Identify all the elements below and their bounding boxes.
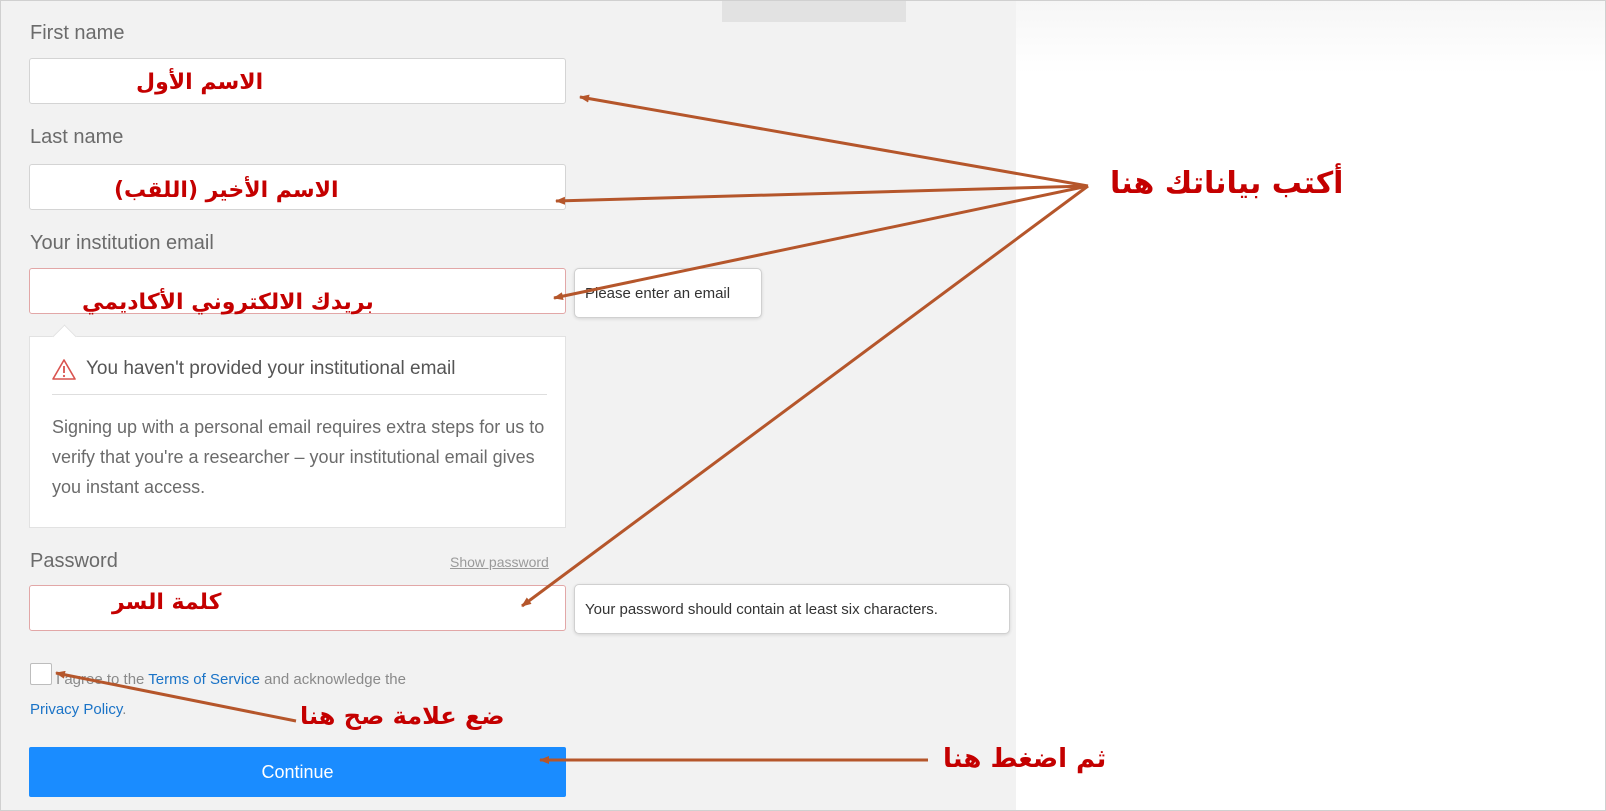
annotation-then-click: ثم اضغط هنا	[943, 744, 1107, 774]
annotation-write-here: أكتب بياناتك هنا	[1110, 166, 1344, 201]
arrow-to-last-name	[555, 184, 1089, 205]
arrow-to-email	[553, 184, 1089, 301]
annotation-arrows	[55, 94, 1089, 764]
arrow-to-checkbox	[55, 670, 297, 723]
arrow-to-password	[521, 184, 1089, 608]
annotation-check-here: ضع علامة صح هنا	[300, 702, 505, 730]
arrow-to-first-name	[579, 94, 1089, 188]
